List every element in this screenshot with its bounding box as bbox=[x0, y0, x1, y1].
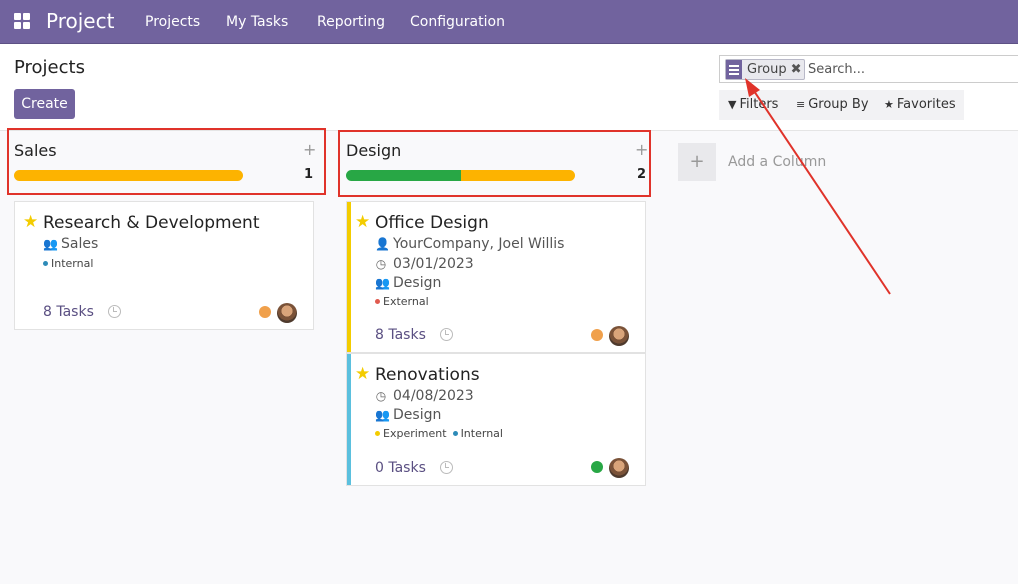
kanban-card-office-design[interactable]: ★ Office Design 👤 YourCompany, Joel Will… bbox=[346, 201, 646, 353]
tag: Experiment bbox=[375, 427, 447, 440]
activity-clock-icon[interactable] bbox=[440, 461, 453, 474]
breadcrumb: Projects bbox=[14, 57, 85, 78]
tag: Internal bbox=[43, 257, 93, 270]
search-facet-group[interactable]: Group ✖ bbox=[725, 59, 806, 80]
nav-configuration[interactable]: Configuration bbox=[410, 13, 505, 31]
avatar[interactable] bbox=[609, 458, 629, 478]
app-title[interactable]: Project bbox=[46, 8, 114, 34]
favorites-label: Favorites bbox=[896, 97, 956, 112]
team-users-icon: 👥 bbox=[375, 408, 390, 422]
filter-funnel-icon: ▼ bbox=[728, 98, 737, 111]
card-date: ◷ 03/01/2023 bbox=[375, 256, 474, 272]
apps-menu-icon[interactable] bbox=[14, 13, 30, 29]
tag: External bbox=[375, 295, 429, 308]
nav-my-tasks[interactable]: My Tasks bbox=[226, 13, 288, 31]
activity-clock-icon[interactable] bbox=[108, 305, 121, 318]
add-column-label[interactable]: Add a Column bbox=[728, 154, 826, 170]
group-by-lines-icon: ≡ bbox=[796, 98, 806, 111]
group-by-button[interactable]: ≡ Group By bbox=[796, 97, 869, 112]
control-panel: Projects Create Group ✖ ▼ Filters ≡ Grou… bbox=[0, 44, 1018, 131]
tag: Internal bbox=[452, 427, 503, 440]
tag-label: Internal bbox=[460, 427, 503, 440]
favorites-button[interactable]: ★ Favorites bbox=[884, 97, 956, 112]
card-team: 👥 Design bbox=[375, 275, 441, 291]
activity-clock-icon[interactable] bbox=[440, 328, 453, 341]
facet-remove-icon[interactable]: ✖ bbox=[791, 62, 805, 77]
favorite-star-icon[interactable]: ★ bbox=[355, 364, 370, 384]
group-by-label: Group By bbox=[808, 97, 869, 112]
column-count-sales: 1 bbox=[304, 167, 314, 182]
add-column-plus-button[interactable]: + bbox=[678, 143, 716, 181]
top-navbar: Project Projects My Tasks Reporting Conf… bbox=[0, 0, 1018, 44]
favorite-star-icon[interactable]: ★ bbox=[23, 212, 38, 232]
tag-label: Experiment bbox=[383, 427, 447, 440]
user-icon: 👤 bbox=[375, 237, 390, 251]
column-progress-bar-sales[interactable] bbox=[14, 170, 243, 181]
create-button[interactable]: Create bbox=[14, 89, 75, 119]
star-icon: ★ bbox=[884, 98, 894, 111]
customer-label: YourCompany, Joel Willis bbox=[393, 236, 565, 252]
column-count-design: 2 bbox=[637, 167, 647, 182]
team-label: Design bbox=[393, 407, 442, 423]
card-title: Office Design bbox=[375, 213, 489, 233]
team-users-icon: 👥 bbox=[375, 276, 390, 290]
card-tags: Experiment Internal bbox=[375, 427, 503, 440]
tasks-count-link[interactable]: 8 Tasks bbox=[375, 327, 426, 343]
kanban-card-renovations[interactable]: ★ Renovations ◷ 04/08/2023 👥 Design Expe… bbox=[346, 353, 646, 486]
card-title: Research & Development bbox=[43, 213, 260, 233]
tag-label: Internal bbox=[51, 257, 94, 270]
clock-icon: ◷ bbox=[375, 389, 387, 403]
card-title: Renovations bbox=[375, 365, 480, 385]
avatar[interactable] bbox=[609, 326, 629, 346]
card-date: ◷ 04/08/2023 bbox=[375, 388, 474, 404]
date-label: 04/08/2023 bbox=[393, 388, 474, 404]
team-label: Design bbox=[393, 275, 442, 291]
status-dot[interactable] bbox=[591, 461, 603, 473]
status-dot[interactable] bbox=[591, 329, 603, 341]
column-quick-create-plus-icon[interactable]: + bbox=[303, 140, 316, 159]
date-label: 03/01/2023 bbox=[393, 256, 474, 272]
card-color-stripe bbox=[347, 202, 351, 352]
search-bar[interactable]: Group ✖ bbox=[719, 55, 1018, 83]
card-tags: External bbox=[375, 295, 429, 308]
highlight-box-sales bbox=[7, 128, 326, 195]
avatar[interactable] bbox=[277, 303, 297, 323]
search-input[interactable] bbox=[808, 59, 1008, 80]
filters-button[interactable]: ▼ Filters bbox=[728, 97, 778, 112]
nav-reporting[interactable]: Reporting bbox=[317, 13, 385, 31]
status-dot[interactable] bbox=[259, 306, 271, 318]
column-progress-bar-design[interactable] bbox=[346, 170, 575, 181]
column-title-design[interactable]: Design bbox=[346, 141, 401, 160]
card-color-stripe bbox=[347, 354, 351, 485]
tasks-count-link[interactable]: 8 Tasks bbox=[43, 304, 94, 320]
tag-label: External bbox=[383, 295, 429, 308]
column-title-sales[interactable]: Sales bbox=[14, 141, 57, 160]
tasks-count-link[interactable]: 0 Tasks bbox=[375, 460, 426, 476]
team-label: Sales bbox=[61, 236, 99, 252]
facet-label: Group bbox=[747, 62, 787, 77]
card-team: 👥 Sales bbox=[43, 236, 98, 252]
nav-projects[interactable]: Projects bbox=[145, 13, 200, 31]
search-options-bar: ▼ Filters ≡ Group By ★ Favorites bbox=[719, 90, 964, 120]
favorite-star-icon[interactable]: ★ bbox=[355, 212, 370, 232]
card-team: 👥 Design bbox=[375, 407, 441, 423]
kanban-card-research-development[interactable]: ★ Research & Development 👥 Sales Interna… bbox=[14, 201, 314, 330]
card-customer: 👤 YourCompany, Joel Willis bbox=[375, 236, 564, 252]
card-tags: Internal bbox=[43, 257, 93, 270]
team-users-icon: 👥 bbox=[43, 237, 58, 251]
group-by-icon bbox=[726, 60, 742, 79]
clock-icon: ◷ bbox=[375, 257, 387, 271]
filters-label: Filters bbox=[739, 97, 779, 112]
column-quick-create-plus-icon[interactable]: + bbox=[635, 140, 648, 159]
